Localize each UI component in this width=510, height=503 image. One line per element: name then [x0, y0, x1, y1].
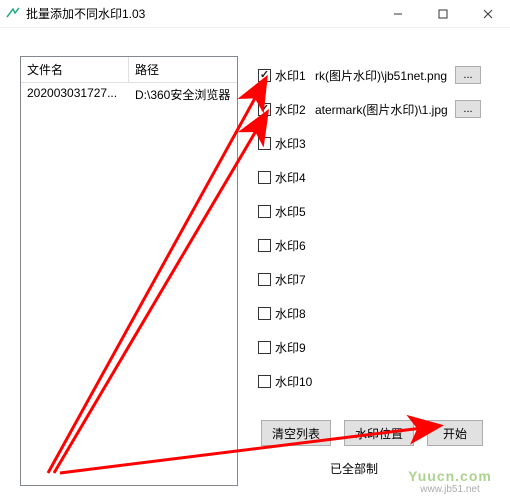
watermark-path-1: rk(图片水印)\jb51net.png [315, 67, 451, 84]
status-text: 已全部制 [330, 460, 378, 477]
watermark-row-8: 水印8 [258, 304, 311, 322]
footer-line1: Yuucn.com [408, 468, 492, 484]
file-list-headers: 文件名 路径 [21, 57, 237, 83]
footer-logo: Yuucn.com www.jb51.net [390, 459, 510, 503]
watermark-checkbox-10[interactable] [258, 375, 271, 388]
close-button[interactable] [465, 0, 510, 28]
watermark-checkbox-7[interactable] [258, 273, 271, 286]
watermark-checkbox-5[interactable] [258, 205, 271, 218]
table-row[interactable]: 202003031727... D:\360安全浏览器 [21, 83, 237, 106]
window-title: 批量添加不同水印1.03 [26, 5, 375, 22]
watermark-row-10: 水印10 [258, 372, 312, 390]
watermark-row-4: 水印4 [258, 168, 311, 186]
watermark-checkbox-8[interactable] [258, 307, 271, 320]
header-path[interactable]: 路径 [129, 57, 237, 82]
watermark-label-7: 水印7 [275, 271, 311, 288]
watermark-row-7: 水印7 [258, 270, 311, 288]
watermark-checkbox-4[interactable] [258, 171, 271, 184]
watermark-row-1: 水印1rk(图片水印)\jb51net.png... [258, 66, 481, 84]
watermark-label-8: 水印8 [275, 305, 311, 322]
file-list[interactable]: 文件名 路径 202003031727... D:\360安全浏览器 [20, 56, 238, 486]
watermark-row-2: 水印2atermark(图片水印)\1.jpg... [258, 100, 481, 118]
app-icon [6, 7, 20, 21]
watermark-row-3: 水印3 [258, 134, 311, 152]
footer-line2: www.jb51.net [420, 484, 479, 495]
watermark-row-9: 水印9 [258, 338, 311, 356]
browse-button-1[interactable]: ... [455, 66, 481, 84]
start-button[interactable]: 开始 [427, 420, 483, 446]
watermark-checkbox-3[interactable] [258, 137, 271, 150]
browse-button-2[interactable]: ... [455, 100, 481, 118]
watermark-checkbox-2[interactable] [258, 103, 271, 116]
watermark-checkbox-6[interactable] [258, 239, 271, 252]
watermark-label-5: 水印5 [275, 203, 311, 220]
watermark-row-6: 水印6 [258, 236, 311, 254]
watermark-label-6: 水印6 [275, 237, 311, 254]
watermark-label-2: 水印2 [275, 101, 311, 118]
maximize-button[interactable] [420, 0, 465, 28]
watermark-row-5: 水印5 [258, 202, 311, 220]
cell-path: D:\360安全浏览器 [129, 83, 237, 106]
watermark-label-4: 水印4 [275, 169, 311, 186]
watermark-label-10: 水印10 [275, 373, 312, 390]
header-filename[interactable]: 文件名 [21, 57, 129, 82]
watermark-label-1: 水印1 [275, 67, 311, 84]
watermark-checkbox-1[interactable] [258, 69, 271, 82]
clear-list-button[interactable]: 清空列表 [261, 420, 331, 446]
watermark-path-2: atermark(图片水印)\1.jpg [315, 101, 451, 118]
watermark-checkbox-9[interactable] [258, 341, 271, 354]
title-bar: 批量添加不同水印1.03 [0, 0, 510, 28]
watermark-position-button[interactable]: 水印位置 [344, 420, 414, 446]
minimize-button[interactable] [375, 0, 420, 28]
cell-filename: 202003031727... [21, 83, 129, 106]
watermark-label-3: 水印3 [275, 135, 311, 152]
client-area: 文件名 路径 202003031727... D:\360安全浏览器 水印1rk… [0, 28, 510, 503]
watermark-label-9: 水印9 [275, 339, 311, 356]
